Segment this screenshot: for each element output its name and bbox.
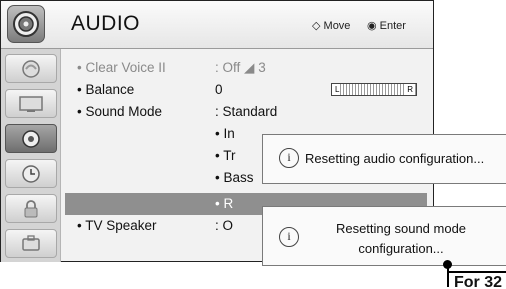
- menu-item-label: • TV Speaker: [77, 218, 157, 233]
- submenu-item-label: • Bass: [215, 170, 254, 185]
- menu-item-value: : Off ◢ 3: [215, 60, 266, 76]
- tab-lock[interactable]: [5, 194, 57, 223]
- balance-value: 0: [215, 82, 223, 97]
- popup-message: Resetting audio configuration...: [305, 151, 485, 166]
- menu-header: AUDIO ◇ Move ◉ Enter: [1, 1, 433, 49]
- callout-label: For 32: [449, 271, 506, 289]
- enter-button-icon: ◉: [367, 20, 377, 32]
- submenu-item-label: • R: [215, 196, 234, 211]
- menu-item-sound-mode[interactable]: • Sound Mode : Standard: [65, 101, 427, 123]
- info-icon: i: [279, 227, 299, 247]
- tab-option[interactable]: [5, 229, 57, 258]
- tab-picture[interactable]: [5, 54, 57, 83]
- menu-item-value: : O: [215, 218, 234, 233]
- balance-left-label: L: [334, 84, 341, 95]
- menu-item-balance[interactable]: • Balance 0 L R: [65, 79, 427, 101]
- page-title: AUDIO: [71, 12, 141, 35]
- balance-right-label: R: [406, 84, 414, 95]
- clear-voice-value: : Off: [215, 60, 241, 75]
- audio-reset-popup: i Resetting audio configuration...: [262, 134, 506, 184]
- category-sidebar: [1, 49, 61, 262]
- tab-audio[interactable]: [5, 124, 57, 153]
- screen-icon: [19, 95, 43, 112]
- submenu-item-label: • Tr: [215, 148, 236, 163]
- enter-hint-label: Enter: [379, 20, 406, 32]
- balance-bar: L R: [331, 83, 417, 96]
- move-hint: ◇ Move: [312, 19, 350, 32]
- popup-message: Resetting sound mode configuration...: [335, 221, 467, 256]
- lock-icon: [24, 199, 38, 217]
- time-clock-icon: [22, 164, 40, 183]
- audio-speaker-icon: [22, 129, 40, 148]
- submenu-item-label: • In: [215, 126, 235, 141]
- menu-item-value: : Standard: [215, 104, 278, 119]
- sound-mode-reset-popup: i Resetting sound mode configuration...: [262, 206, 506, 266]
- tab-screen[interactable]: [5, 89, 57, 118]
- audio-speaker-icon: [7, 5, 45, 43]
- tab-time[interactable]: [5, 159, 57, 188]
- menu-item-clear-voice[interactable]: • Clear Voice II : Off ◢ 3: [65, 57, 427, 79]
- menu-item-label: • Clear Voice II: [77, 60, 166, 75]
- move-arrows-icon: ◇: [312, 20, 321, 32]
- menu-item-label: • Sound Mode: [77, 104, 163, 119]
- info-icon: i: [279, 148, 299, 168]
- option-icon: [22, 234, 40, 251]
- picture-icon: [22, 59, 40, 78]
- clear-voice-level-icon: ◢: [244, 60, 255, 75]
- enter-hint: ◉ Enter: [367, 19, 406, 32]
- move-hint-label: Move: [323, 20, 351, 32]
- clear-voice-level: 3: [258, 60, 266, 75]
- menu-item-label: • Balance: [77, 82, 135, 97]
